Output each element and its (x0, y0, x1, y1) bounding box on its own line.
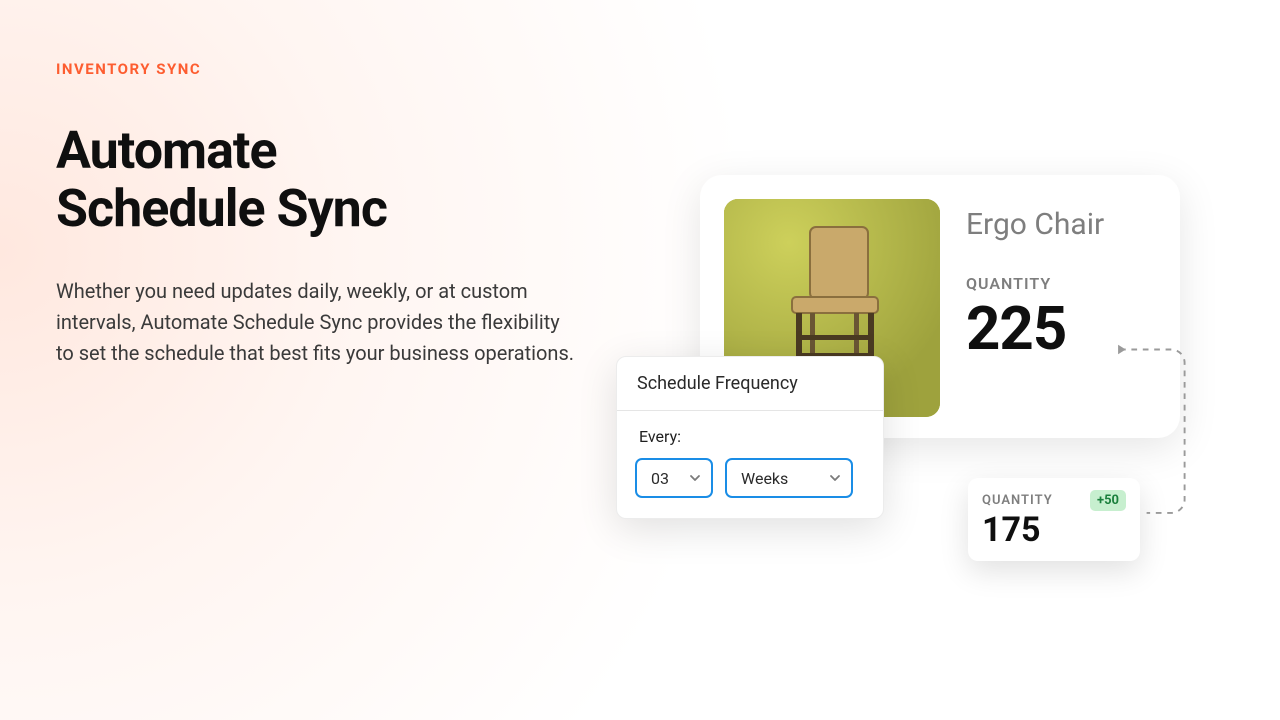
quantity-value: 225 (966, 299, 1104, 359)
previous-quantity-card: QUANTITY +50 175 (968, 478, 1140, 561)
small-quantity-label: QUANTITY (982, 493, 1053, 508)
frequency-unit-value: Weeks (741, 469, 788, 488)
body-copy: Whether you need updates daily, weekly, … (56, 276, 576, 369)
schedule-frequency-card: Schedule Frequency Every: 03 Weeks (616, 356, 884, 519)
frequency-unit-select[interactable]: Weeks (725, 458, 853, 498)
quantity-label: QUANTITY (966, 274, 1104, 293)
headline-line-1: Automate (56, 120, 277, 181)
small-quantity-value: 175 (982, 513, 1126, 547)
delta-badge: +50 (1090, 490, 1126, 511)
product-title: Ergo Chair (966, 207, 1104, 242)
headline-line-2: Schedule Sync (56, 178, 387, 239)
eyebrow-label: INVENTORY SYNC (56, 60, 576, 78)
chevron-down-icon (689, 472, 701, 484)
schedule-header: Schedule Frequency (617, 357, 883, 411)
frequency-number-value: 03 (651, 469, 669, 488)
chevron-down-icon (829, 472, 841, 484)
page-headline: Automate Schedule Sync (56, 122, 576, 238)
frequency-number-select[interactable]: 03 (635, 458, 713, 498)
every-label: Every: (635, 427, 865, 446)
